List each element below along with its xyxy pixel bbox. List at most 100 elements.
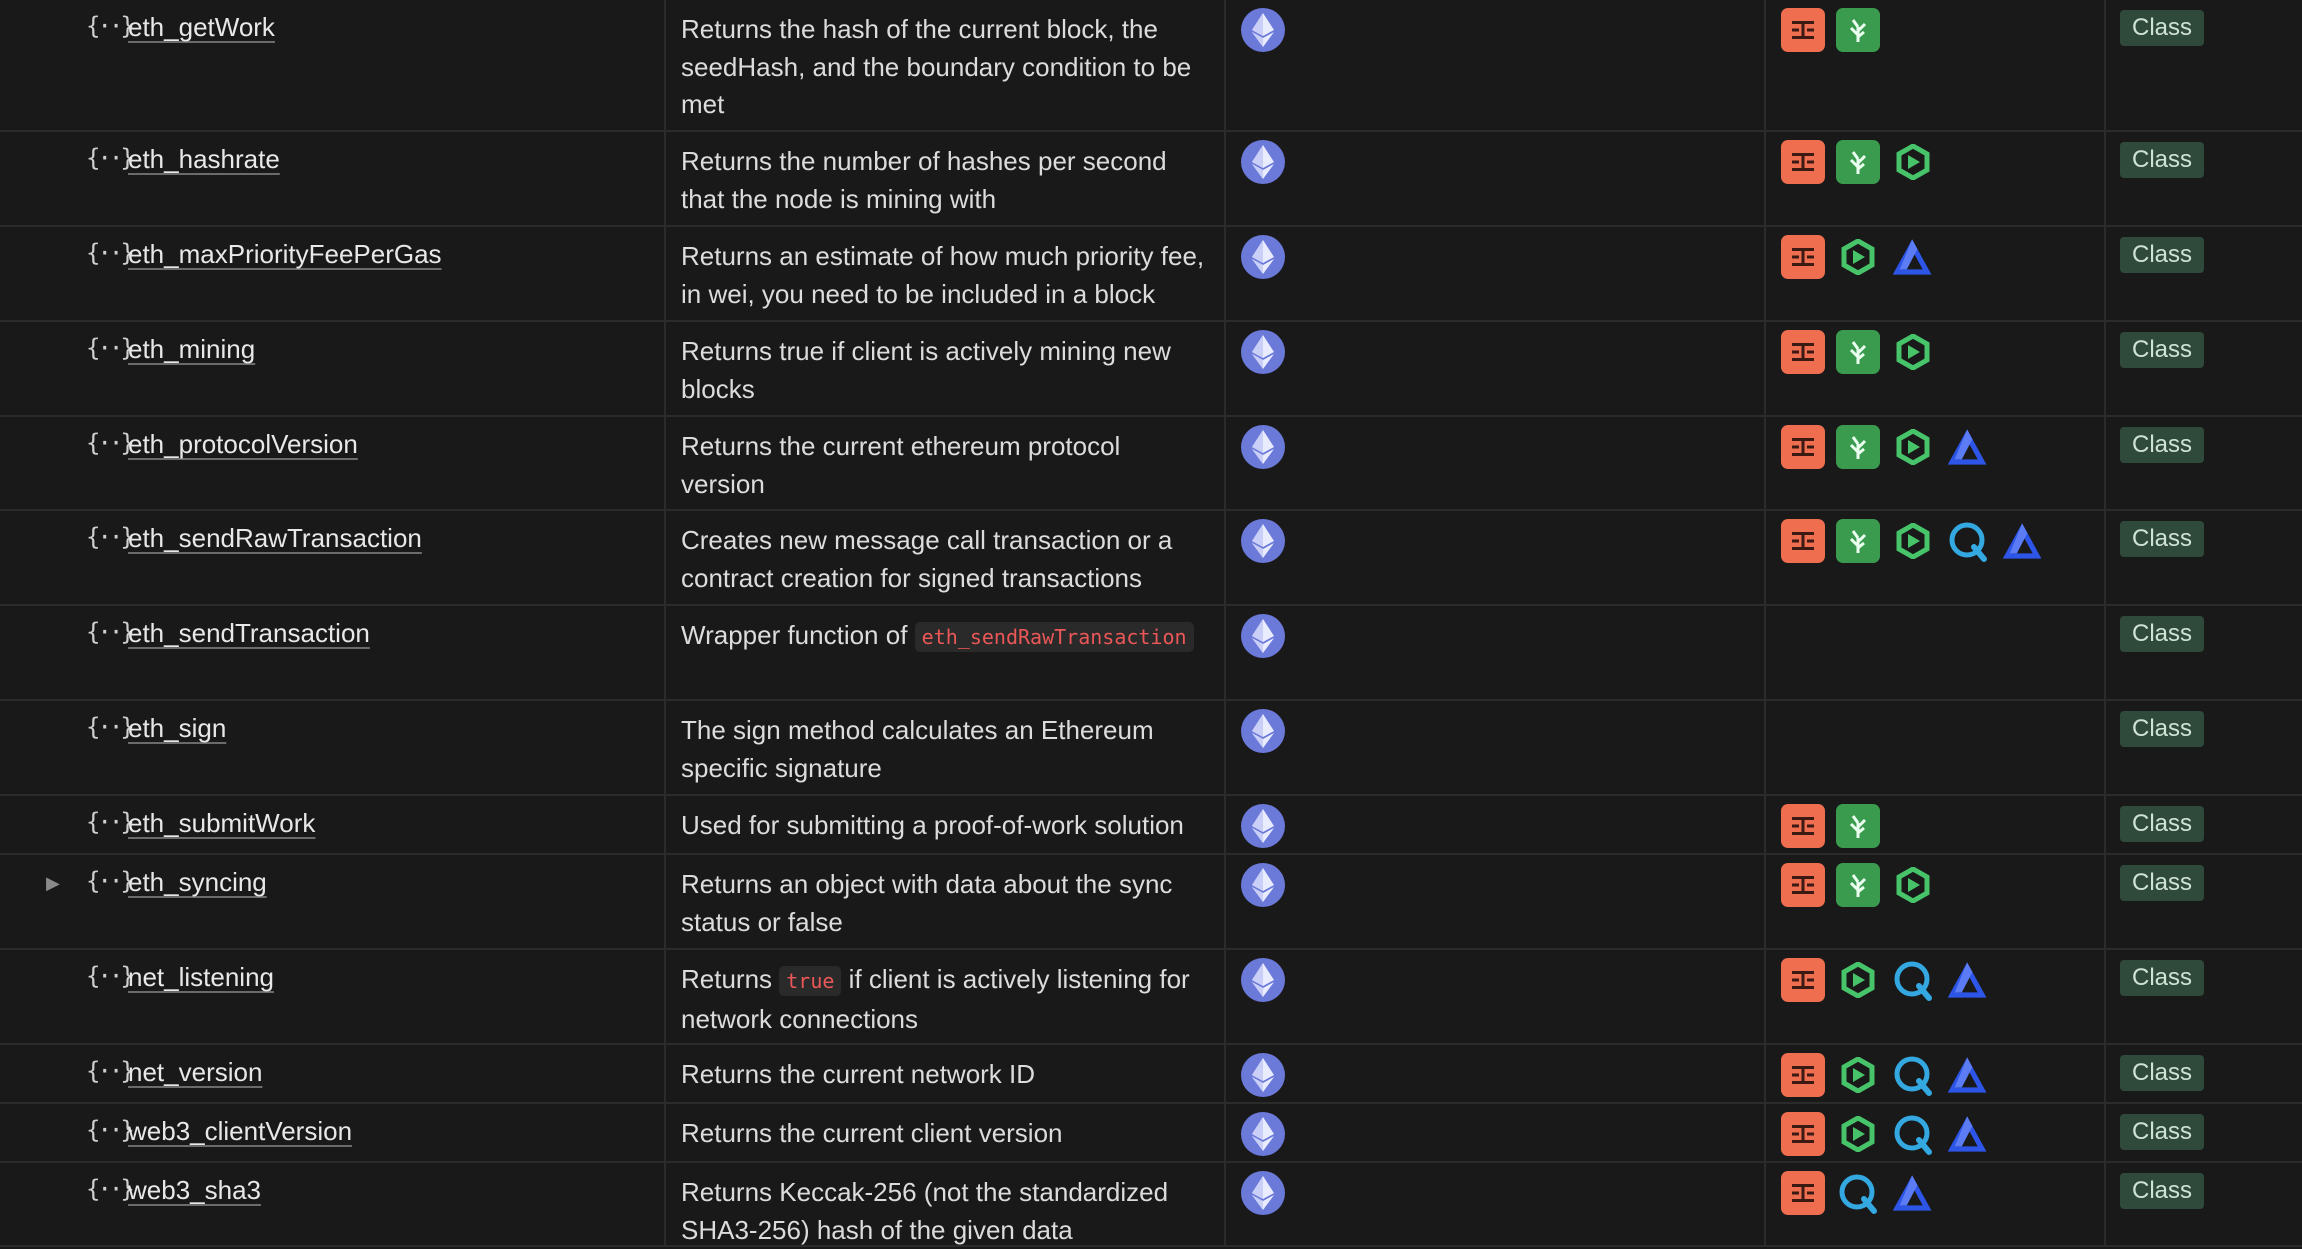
description-text: Returns true if client is actively minin… [681,336,1171,404]
method-name-link[interactable]: eth_getWork [128,12,275,43]
description-text: Wrapper function of [681,620,915,650]
ethereum-icon [1241,140,1285,184]
orange-provider-icon [1781,1171,1825,1215]
method-description: Returns the hash of the current block, t… [666,0,1226,130]
method-name-cell: {··} net_version [0,1045,666,1102]
green-leaf-provider-icon [1836,8,1880,52]
description-text: Creates new message call transaction or … [681,525,1173,593]
method-name-link[interactable]: net_listening [128,962,274,993]
method-name-link[interactable]: web3_sha3 [128,1175,261,1206]
description-text: Returns an estimate of how much priority… [681,241,1205,309]
method-name-link[interactable]: eth_sign [128,713,226,744]
function-braces-icon: {··} [86,1116,135,1144]
ethereum-icon [1241,958,1285,1002]
table-row: {··} eth_sendTransaction Wrapper function … [0,606,2302,701]
ethereum-icon [1241,1053,1285,1097]
method-name-cell: {··} eth_sign [0,701,666,794]
class-tag: Class [2120,237,2205,273]
table-row: {··} net_listening Returns true if client … [0,950,2302,1045]
function-braces-icon: {··} [86,239,135,267]
orange-provider-icon [1781,8,1825,52]
method-description: Returns true if client is actively minin… [666,322,1226,415]
class-tag: Class [2120,1055,2205,1091]
description-text: Returns [681,964,780,994]
ethereum-icon [1241,8,1285,52]
method-name-link[interactable]: eth_syncing [128,867,267,898]
method-name-link[interactable]: eth_hashrate [128,144,280,175]
providers-cell [1766,950,2106,1043]
class-tag: Class [2120,427,2205,463]
network-cell [1226,511,1766,604]
ethereum-icon [1241,1112,1285,1156]
ethereum-icon [1241,519,1285,563]
type-cell: Class [2106,511,2302,604]
table-row: {··} eth_getWork Returns the hash of the c… [0,0,2302,132]
method-name-link[interactable]: web3_clientVersion [128,1116,352,1147]
table-row: {··} net_version Returns the current netwo… [0,1045,2302,1104]
blue-triangle-provider-icon [1891,1171,1935,1215]
providers-cell [1766,796,2106,853]
network-cell [1226,1104,1766,1161]
green-hexagon-provider-icon [1836,1053,1880,1097]
function-braces-icon: {··} [86,713,135,741]
providers-cell [1766,855,2106,948]
function-braces-icon: {··} [86,144,135,172]
green-hexagon-provider-icon [1891,330,1935,374]
network-cell [1226,132,1766,225]
green-hexagon-provider-icon [1836,235,1880,279]
orange-provider-icon [1781,425,1825,469]
method-name-cell: {··} eth_sendTransaction [0,606,666,699]
type-cell: Class [2106,0,2302,130]
inline-code: eth_sendRawTransaction [914,622,1194,652]
ethereum-icon [1241,709,1285,753]
class-tag: Class [2120,711,2205,747]
method-description: Returns the current client version [666,1104,1226,1161]
type-cell: Class [2106,701,2302,794]
orange-provider-icon [1781,1112,1825,1156]
method-name-link[interactable]: eth_sendRawTransaction [128,523,422,554]
providers-cell [1766,1045,2106,1102]
type-cell: Class [2106,950,2302,1043]
providers-cell [1766,227,2106,320]
class-tag: Class [2120,10,2205,46]
green-hexagon-provider-icon [1891,425,1935,469]
table-row: {··} eth_mining Returns true if client is … [0,322,2302,417]
method-name-link[interactable]: eth_protocolVersion [128,429,358,460]
providers-cell [1766,701,2106,794]
table-row: {··} eth_protocolVersion Returns the curre… [0,417,2302,511]
class-tag: Class [2120,332,2205,368]
network-cell [1226,796,1766,853]
table-row: {··} eth_hashrate Returns the number of ha… [0,132,2302,227]
description-text: Returns the current client version [681,1118,1063,1148]
expand-toggle-icon[interactable]: ▶ [46,873,60,894]
network-cell [1226,950,1766,1043]
method-name-link[interactable]: net_version [128,1057,262,1088]
table-row: {··} eth_sendRawTransaction Creates new me… [0,511,2302,606]
orange-provider-icon [1781,1053,1825,1097]
type-cell: Class [2106,855,2302,948]
method-name-link[interactable]: eth_maxPriorityFeePerGas [128,239,442,270]
blue-triangle-provider-icon [1946,1112,1990,1156]
network-cell [1226,1163,1766,1245]
function-braces-icon: {··} [86,1057,135,1085]
ethereum-icon [1241,425,1285,469]
blue-triangle-provider-icon [1946,1053,1990,1097]
orange-provider-icon [1781,519,1825,563]
function-braces-icon: {··} [86,334,135,362]
function-braces-icon: {··} [86,618,135,646]
green-leaf-provider-icon [1836,425,1880,469]
method-name-link[interactable]: eth_sendTransaction [128,618,370,649]
providers-cell [1766,1104,2106,1161]
blue-triangle-provider-icon [2001,519,2045,563]
function-braces-icon: {··} [86,1175,135,1203]
blue-q-provider-icon [1891,1112,1935,1156]
blue-q-provider-icon [1946,519,1990,563]
class-tag: Class [2120,960,2205,996]
method-description: Used for submitting a proof-of-work solu… [666,796,1226,853]
method-name-link[interactable]: eth_mining [128,334,255,365]
method-name-cell: {··} web3_clientVersion [0,1104,666,1161]
providers-cell [1766,606,2106,699]
method-description: Returns the number of hashes per second … [666,132,1226,225]
method-name-link[interactable]: eth_submitWork [128,808,315,839]
providers-cell [1766,417,2106,509]
